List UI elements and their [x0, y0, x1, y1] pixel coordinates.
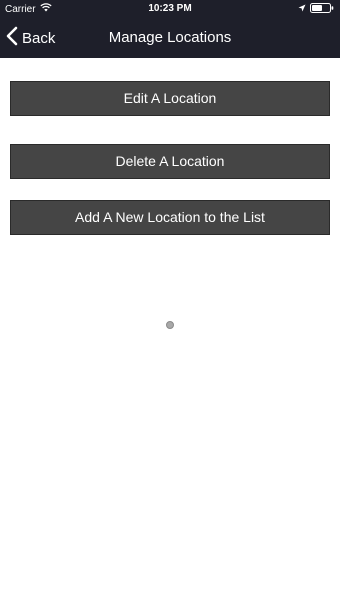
status-right: [298, 3, 334, 16]
navigation-bar: Manage Locations Back: [0, 18, 340, 58]
battery-icon: [310, 3, 334, 16]
location-arrow-icon: [298, 4, 306, 15]
edit-location-button[interactable]: Edit A Location: [10, 81, 330, 116]
back-button[interactable]: Back: [6, 18, 55, 58]
loading-indicator: [166, 321, 174, 329]
status-time: 10:23 PM: [148, 3, 192, 14]
chevron-left-icon: [6, 26, 18, 51]
add-location-button[interactable]: Add A New Location to the List: [10, 200, 330, 235]
status-bar: Carrier 10:23 PM: [0, 0, 340, 18]
back-label: Back: [22, 29, 56, 47]
delete-location-button[interactable]: Delete A Location: [10, 144, 330, 179]
